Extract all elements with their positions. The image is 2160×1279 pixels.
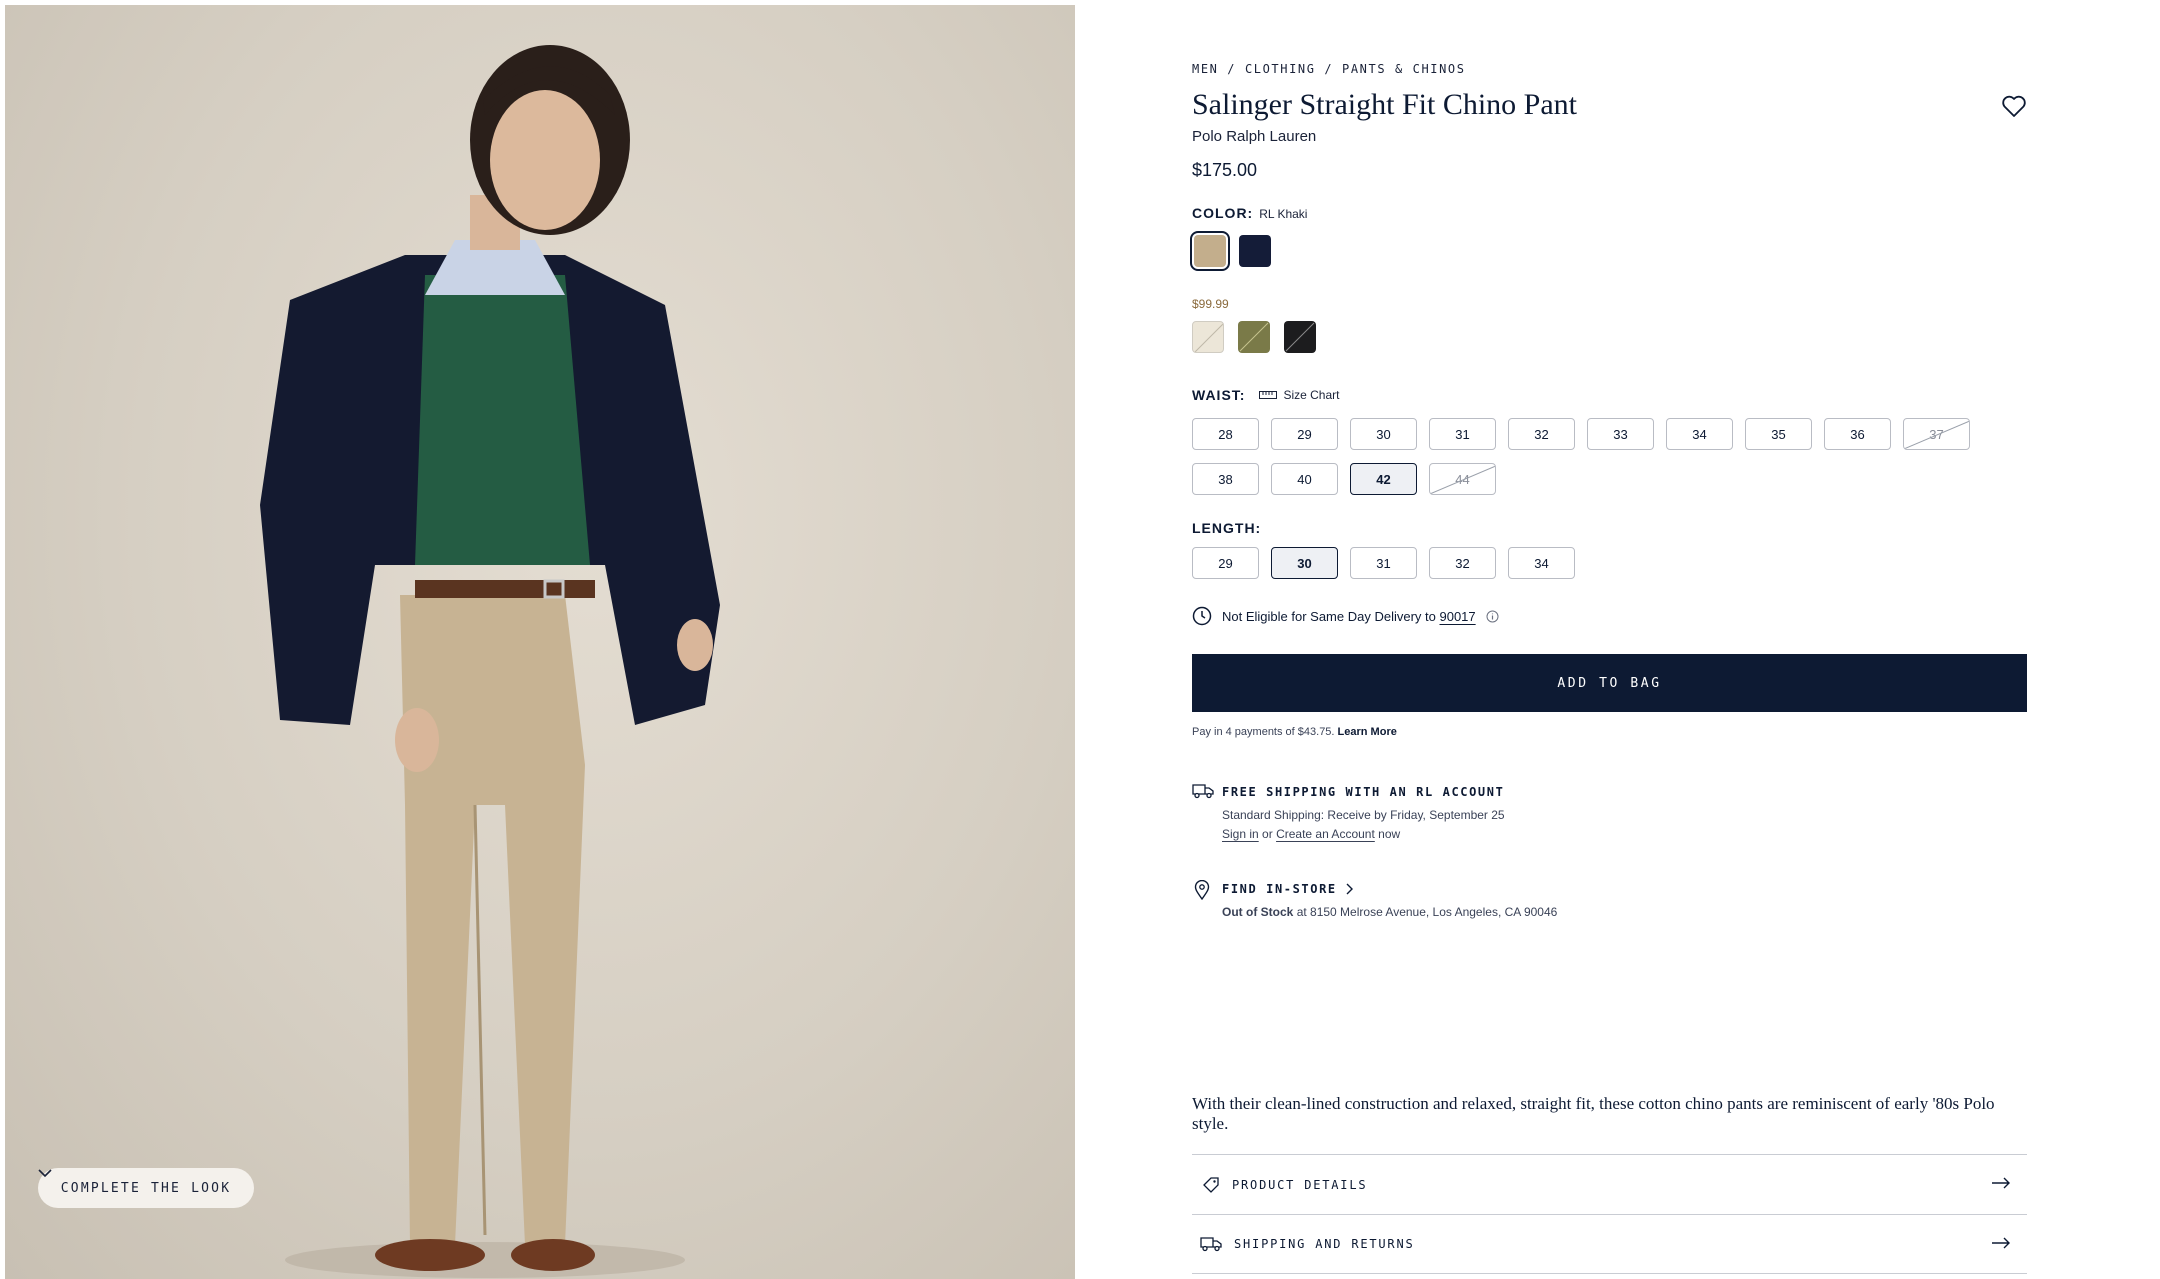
location-pin-icon (1194, 880, 1210, 900)
size-chart-link[interactable]: Size Chart (1259, 388, 1339, 402)
color-label: COLOR: (1192, 205, 1254, 221)
waist-size-30[interactable]: 30 (1350, 418, 1417, 450)
waist-size-35[interactable]: 35 (1745, 418, 1812, 450)
truck-icon (1192, 784, 1214, 799)
tag-icon (1203, 1176, 1219, 1193)
stock-status: Out of Stock at 8150 Melrose Avenue, Los… (1222, 905, 1557, 919)
delivery-text-label: Not Eligible for Same Day Delivery to (1222, 608, 1436, 624)
product-details-label: PRODUCT DETAILS (1232, 1177, 1368, 1192)
arrow-right-icon (1992, 1177, 2010, 1189)
product-description: With their clean-lined construction and … (1192, 1094, 1995, 1133)
color-selector-label: COLOR: RL Khaki (1192, 205, 1307, 221)
delivery-eligibility: Not Eligible for Same Day Delivery to 90… (1192, 606, 1499, 626)
waist-size-40[interactable]: 40 (1271, 463, 1338, 495)
delivery-zip[interactable]: 90017 (1439, 609, 1475, 624)
learn-more-link[interactable]: Learn More (1338, 726, 1397, 738)
size-chart-label: Size Chart (1283, 388, 1340, 402)
complete-the-look-label: COMPLETE THE LOOK (60, 1180, 232, 1196)
swatch-rl-khaki[interactable] (1190, 231, 1230, 271)
installments-label: Pay in 4 payments of $43.75. (1192, 726, 1335, 738)
price: $175.00 (1192, 160, 1258, 180)
complete-the-look-button[interactable]: COMPLETE THE LOOK (38, 1168, 254, 1208)
account-links: Sign in or Create an Account now (1222, 827, 1400, 841)
installments-text: Pay in 4 payments of $43.75. Learn More (1192, 726, 1397, 738)
waist-size-34[interactable]: 34 (1666, 418, 1733, 450)
waist-header: WAIST: Size Chart (1192, 387, 1339, 403)
sale-price: $99.99 (1192, 297, 1229, 311)
now-text: now (1378, 827, 1401, 841)
swatch-sale-olive[interactable] (1238, 321, 1270, 353)
waist-size-28[interactable]: 28 (1192, 418, 1259, 450)
swatch-sale-cream[interactable] (1192, 321, 1224, 353)
waist-size-42[interactable]: 42 (1350, 463, 1417, 495)
shipping-returns-label: SHIPPING AND RETURNS (1234, 1237, 1415, 1251)
sale-slash (1239, 322, 1269, 352)
stock-location: at 8150 Melrose Avenue, Los Angeles, CA … (1296, 905, 1558, 919)
product-image: COMPLETE THE LOOK (5, 5, 1075, 1279)
breadcrumb[interactable]: MEN / CLOTHING / PANTS & CHINOS (1192, 62, 1466, 76)
length-size-30[interactable]: 30 (1271, 547, 1338, 579)
swatch-navy[interactable] (1239, 235, 1271, 267)
chevron-down-icon (38, 1169, 52, 1178)
waist-size-37[interactable]: 37 (1903, 418, 1970, 450)
free-shipping-title: FREE SHIPPING WITH AN RL ACCOUNT (1222, 785, 1505, 799)
swatch-sale-black[interactable] (1284, 321, 1316, 353)
waist-size-36[interactable]: 36 (1824, 418, 1891, 450)
product-title: Salinger Straight Fit Chino Pant (1192, 88, 1578, 121)
length-size-32[interactable]: 32 (1429, 547, 1496, 579)
shipping-estimate: Standard Shipping: Receive by Friday, Se… (1222, 808, 1505, 822)
or-text: or (1262, 827, 1273, 841)
product-info-panel: MEN / CLOTHING / PANTS & CHINOS Salinger… (1190, 0, 2028, 1279)
brand-name: Polo Ralph Lauren (1192, 128, 1317, 145)
waist-label: WAIST: (1192, 387, 1246, 403)
delivery-text: Not Eligible for Same Day Delivery to 90… (1222, 609, 1476, 624)
clock-icon (1192, 606, 1212, 626)
waist-size-38[interactable]: 38 (1192, 463, 1259, 495)
waist-size-33[interactable]: 33 (1587, 418, 1654, 450)
info-icon[interactable] (1486, 610, 1499, 623)
truck-icon (1200, 1237, 1222, 1252)
sale-slash (1194, 323, 1223, 352)
sign-in-link[interactable]: Sign in (1222, 827, 1259, 841)
product-details-accordion[interactable]: PRODUCT DETAILS (1192, 1154, 2027, 1214)
length-label: LENGTH: (1192, 520, 1262, 536)
color-value: RL Khaki (1259, 207, 1308, 221)
length-size-29[interactable]: 29 (1192, 547, 1259, 579)
waist-size-31[interactable]: 31 (1429, 418, 1496, 450)
find-in-store-label: FIND IN-STORE (1222, 882, 1337, 896)
stock-status-label: Out of Stock (1222, 905, 1294, 919)
chevron-right-icon (1346, 883, 1353, 895)
shipping-returns-accordion[interactable]: SHIPPING AND RETURNS (1192, 1214, 2027, 1274)
ruler-icon (1259, 391, 1278, 399)
waist-size-29[interactable]: 29 (1271, 418, 1338, 450)
add-to-bag-button[interactable]: ADD TO BAG (1192, 654, 2027, 712)
find-in-store-link[interactable]: FIND IN-STORE (1222, 882, 1353, 896)
heart-icon[interactable] (2000, 92, 2028, 120)
length-size-34[interactable]: 34 (1508, 547, 1575, 579)
waist-size-32[interactable]: 32 (1508, 418, 1575, 450)
length-size-31[interactable]: 31 (1350, 547, 1417, 579)
sale-slash (1285, 322, 1315, 352)
model-photo (260, 45, 720, 1278)
create-account-link[interactable]: Create an Account (1276, 827, 1375, 841)
waist-size-44[interactable]: 44 (1429, 463, 1496, 495)
arrow-right-icon (1992, 1237, 2010, 1249)
